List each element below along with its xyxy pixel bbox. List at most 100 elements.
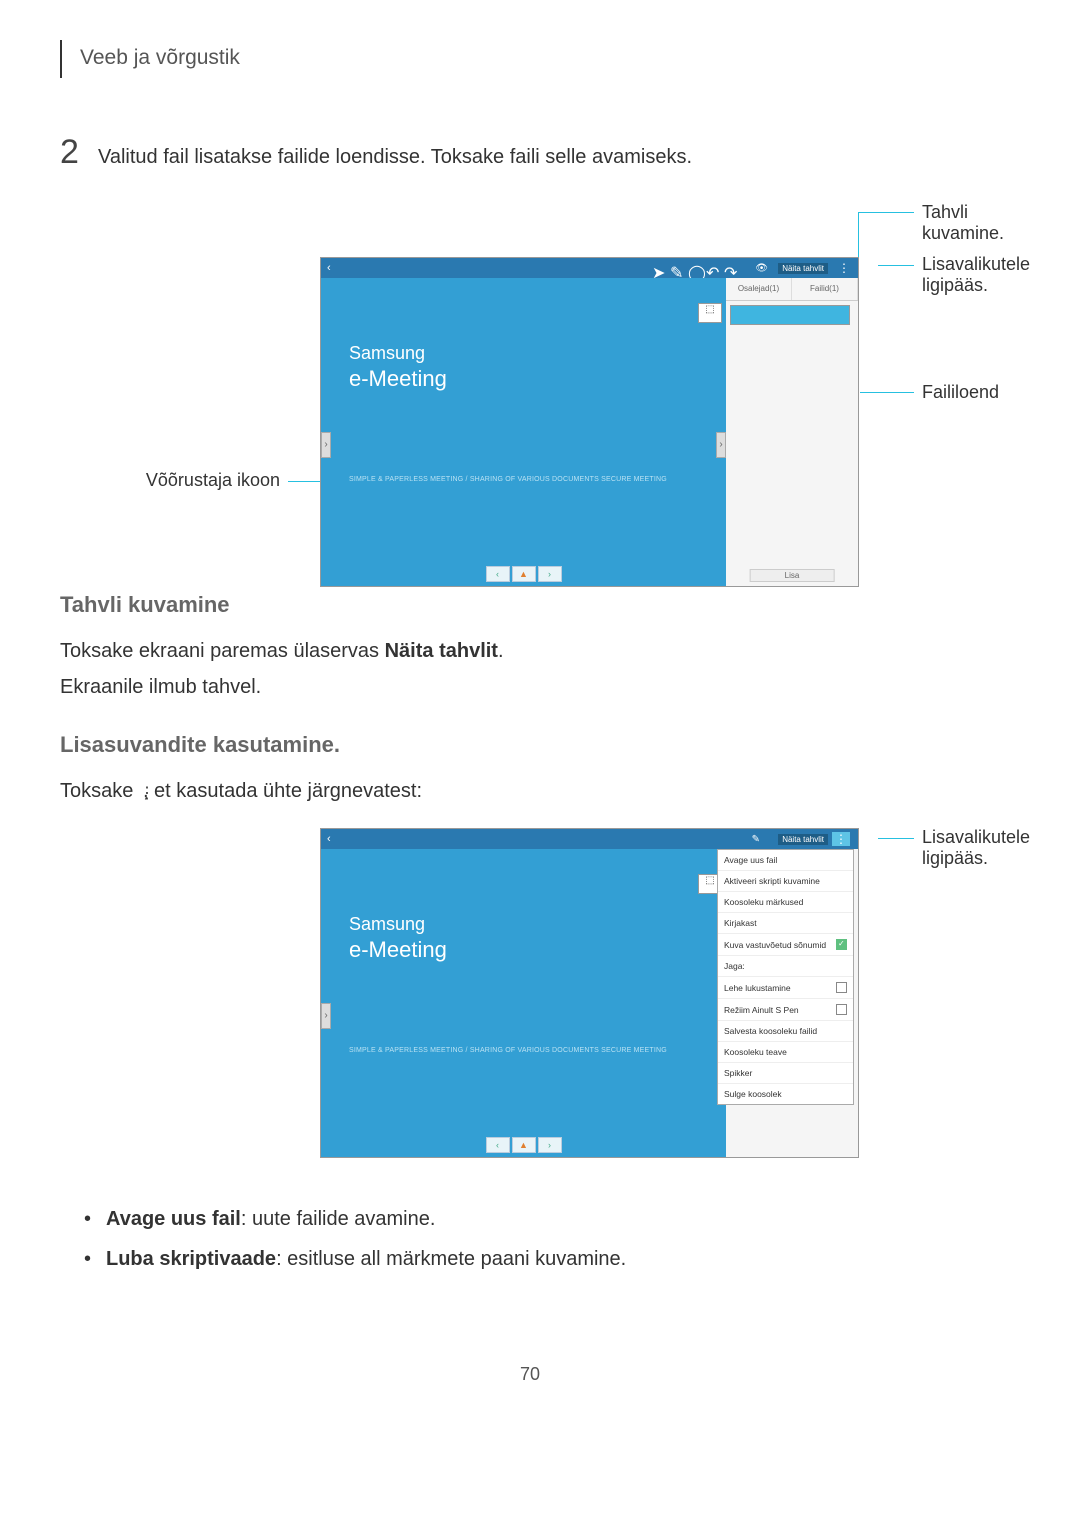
brand-text-1: Samsung (349, 343, 726, 364)
step-row: 2 Valitud fail lisatakse failide loendis… (60, 133, 1000, 172)
section-heading-2: Lisasuvandite kasutamine. (60, 732, 1000, 758)
app-topbar: ‹ ➤ ✎ ◯ ↶ ↷ 👁 Näita tahvlit ⋮ (321, 258, 858, 278)
eye-icon[interactable]: 👁 (755, 263, 768, 274)
menu-item[interactable]: Jaga: (718, 956, 853, 977)
brand-tagline: SIMPLE & PAPERLESS MEETING / SHARING OF … (349, 476, 726, 483)
menu-dots-icon (139, 777, 143, 791)
eraser-icon[interactable]: ◯ (688, 263, 698, 273)
text-fragment: , et kasutada ühte järgnevatest: (143, 780, 422, 802)
menu-icon[interactable]: ⋮ (838, 261, 850, 275)
menu-item[interactable]: Salvesta koosoleku failid (718, 1021, 853, 1042)
menu-item[interactable]: Režiim Ainult S Pen (718, 999, 853, 1021)
bullet-bold: Luba skriptivaade (106, 1248, 276, 1270)
menu-item[interactable]: Avage uus fail (718, 850, 853, 871)
pencil-icon[interactable]: ✎ (670, 263, 680, 273)
callout-line (858, 212, 914, 213)
thumbnail-icon[interactable]: ⬚ (698, 303, 722, 323)
step-text: Valitud fail lisatakse failide loendisse… (98, 142, 1000, 169)
text-fragment: . (498, 640, 504, 662)
callout-line (860, 392, 914, 393)
callout-line (858, 212, 859, 262)
pager: ‹ ▲ › (486, 1137, 562, 1153)
pager-next[interactable]: › (538, 566, 562, 582)
bullet-rest: : esitluse all märkmete paani kuvamine. (276, 1248, 626, 1270)
app-screenshot-1: ‹ ➤ ✎ ◯ ↶ ↷ 👁 Näita tahvlit ⋮ ⬚ Samsung … (320, 257, 859, 587)
callout-label: Faililoend (922, 382, 999, 403)
callout-label: Tahvli kuvamine. (922, 202, 1004, 244)
pager-next[interactable]: › (538, 1137, 562, 1153)
brand-text-2: e-Meeting (349, 366, 726, 392)
menu-item[interactable]: Koosoleku teave (718, 1042, 853, 1063)
step-number: 2 (60, 133, 98, 172)
menu-item[interactable]: Sulge koosolek (718, 1084, 853, 1104)
toolbar-icons: ➤ ✎ ◯ ↶ ↷ (652, 263, 734, 273)
diagram-1: Tahvli kuvamine. Lisavalikutele ligipääs… (60, 202, 1000, 552)
add-button[interactable]: Lisa (750, 569, 835, 582)
back-icon[interactable]: ‹ (327, 262, 331, 274)
callout-line (878, 838, 914, 839)
undo-icon[interactable]: ↶ (706, 263, 716, 273)
menu-icon[interactable]: ⋮ (832, 832, 850, 846)
brand-text-2: e-Meeting (349, 937, 726, 963)
callout-text: Lisavalikutele (922, 254, 1030, 274)
body-text: Toksake , et kasutada ühte järgnevatest: (60, 776, 1000, 806)
bullet-dot-icon: • (84, 1204, 106, 1234)
checkbox-icon[interactable] (836, 1004, 847, 1015)
menu-item[interactable]: Aktiveeri skripti kuvamine (718, 871, 853, 892)
bullet-rest: : uute failide avamine. (241, 1208, 436, 1230)
bullet-item: • Avage uus fail: uute failide avamine. (84, 1204, 1000, 1234)
tabs: Osalejad(1) Failid(1) (726, 278, 858, 301)
show-board-button[interactable]: Näita tahvlit (778, 834, 828, 845)
callout-text: ligipääs. (922, 275, 988, 295)
body-text: Toksake ekraani paremas ülaservas Näita … (60, 636, 1000, 666)
menu-item[interactable]: Spikker (718, 1063, 853, 1084)
options-dropdown: Avage uus fail Aktiveeri skripti kuvamin… (717, 849, 854, 1105)
panel-handle-left[interactable]: › (321, 432, 331, 458)
app-left-panel: ⬚ Samsung e-Meeting SIMPLE & PAPERLESS M… (321, 278, 726, 586)
file-list (726, 301, 858, 329)
page-header: Veeb ja võrgustik (80, 40, 1000, 78)
text-fragment: Toksake (60, 780, 139, 802)
app-topbar: ‹ ✎ Näita tahvlit ⋮ (321, 829, 858, 849)
checkbox-icon[interactable] (836, 939, 847, 950)
panel-handle-right[interactable]: › (716, 432, 726, 458)
cursor-icon[interactable]: ➤ (652, 263, 662, 273)
bullet-bold: Avage uus fail (106, 1208, 241, 1230)
show-board-button[interactable]: Näita tahvlit (778, 263, 828, 274)
pager: ‹ ▲ › (486, 566, 562, 582)
bullet-item: • Luba skriptivaade: esitluse all märkme… (84, 1244, 1000, 1274)
callout-text: ligipääs. (922, 848, 988, 868)
checkbox-icon[interactable] (836, 982, 847, 993)
body-text: Ekraanile ilmub tahvel. (60, 672, 1000, 702)
page-number: 70 (60, 1364, 1000, 1385)
back-icon[interactable]: ‹ (327, 833, 331, 845)
brand-text-1: Samsung (349, 914, 726, 935)
app-screenshot-2: ‹ ✎ Näita tahvlit ⋮ ⬚ Samsung e-Meeting … (320, 828, 859, 1158)
callout-label: Lisavalikutele ligipääs. (922, 254, 1030, 296)
pencil-icon[interactable]: ✎ (752, 834, 760, 845)
tab-files[interactable]: Failid(1) (792, 278, 858, 300)
pager-host-icon[interactable]: ▲ (512, 566, 536, 582)
menu-item[interactable]: Koosoleku märkused (718, 892, 853, 913)
menu-item[interactable]: Kuva vastuvõetud sõnumid (718, 934, 853, 956)
callout-label: Lisavalikutele ligipääs. (922, 827, 1030, 869)
app-left-panel: ⬚ Samsung e-Meeting SIMPLE & PAPERLESS M… (321, 849, 726, 1157)
file-item[interactable] (730, 305, 850, 325)
pager-prev[interactable]: ‹ (486, 566, 510, 582)
brand-tagline: SIMPLE & PAPERLESS MEETING / SHARING OF … (349, 1047, 726, 1054)
callout-label: Võõrustaja ikoon (120, 470, 280, 491)
callout-line (878, 265, 914, 266)
pager-host-icon[interactable]: ▲ (512, 1137, 536, 1153)
callout-text: Lisavalikutele (922, 827, 1030, 847)
redo-icon[interactable]: ↷ (724, 263, 734, 273)
panel-handle-left[interactable]: › (321, 1003, 331, 1029)
menu-item[interactable]: Lehe lukustamine (718, 977, 853, 999)
tab-participants[interactable]: Osalejad(1) (726, 278, 792, 300)
section-heading-1: Tahvli kuvamine (60, 592, 1000, 618)
text-bold: Näita tahvlit (385, 640, 498, 662)
pager-prev[interactable]: ‹ (486, 1137, 510, 1153)
bullet-dot-icon: • (84, 1244, 106, 1274)
text-fragment: Toksake ekraani paremas ülaservas (60, 640, 385, 662)
menu-item[interactable]: Kirjakast (718, 913, 853, 934)
diagram-2: Lisavalikutele ligipääs. ‹ ✎ Näita tahvl… (60, 824, 1000, 1174)
